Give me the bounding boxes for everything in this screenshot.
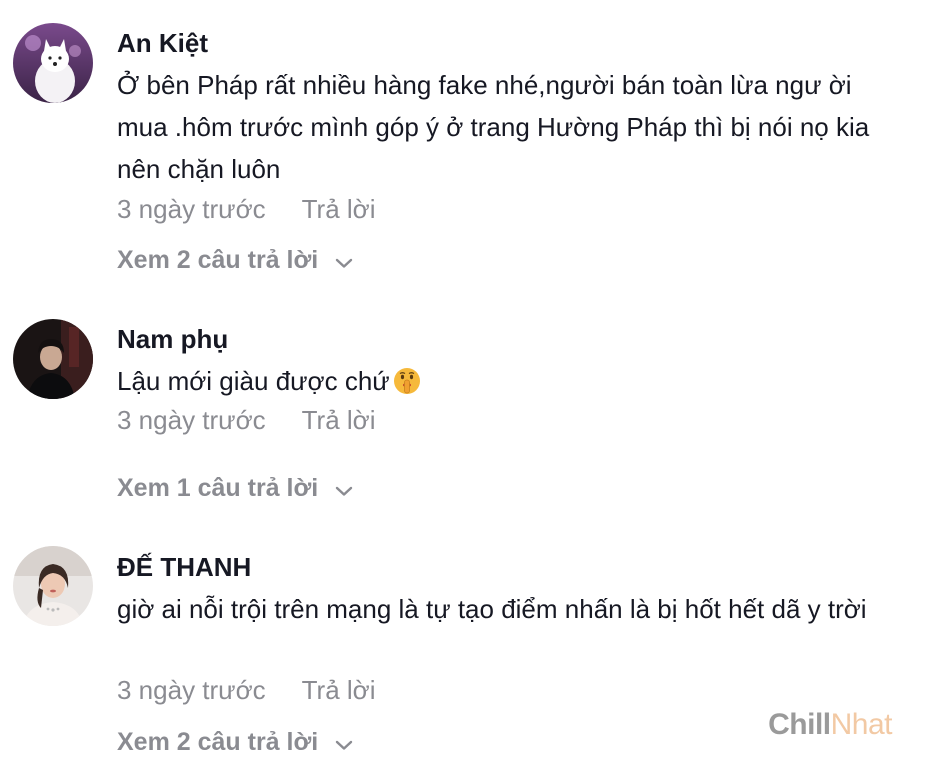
view-replies-label: Xem 2 câu trả lời [117, 246, 319, 274]
watermark-part-2: Nhat [830, 708, 893, 741]
comment-meta: 3 ngày trước Trả lời [117, 405, 376, 436]
watermark-part-1: Chill [768, 708, 831, 741]
view-replies-button[interactable]: Xem 1 câu trả lời [117, 474, 353, 504]
comment-time: 3 ngày trước [117, 405, 266, 435]
comment-time: 3 ngày trước [117, 194, 266, 224]
reply-button[interactable]: Trả lời [302, 194, 376, 224]
comment-time: 3 ngày trước [117, 675, 266, 705]
comment-meta: 3 ngày trước Trả lời [117, 194, 376, 225]
watermark-logo: ChillNhat [768, 708, 892, 742]
shushing-face-icon [392, 366, 422, 396]
view-replies-button[interactable]: Xem 2 câu trả lời [117, 728, 353, 758]
comment-text: Lậu mới giàu được chứ [117, 360, 897, 402]
avatar[interactable] [13, 546, 93, 626]
comment-text: giờ ai nỗi trội trên mạng là tự tạo điểm… [117, 594, 867, 624]
comment-username[interactable]: An Kiệt [117, 28, 208, 59]
comment-meta: 3 ngày trước Trả lời [117, 675, 376, 706]
comment-username[interactable]: Nam phụ [117, 324, 228, 355]
comment-text-content: Lậu mới giàu được chứ [117, 366, 390, 396]
avatar[interactable] [13, 23, 93, 103]
reply-button[interactable]: Trả lời [302, 405, 376, 435]
view-replies-label: Xem 2 câu trả lời [117, 728, 319, 756]
comment-text: Ở bên Pháp rất nhiều hàng fake nhé,người… [117, 70, 870, 184]
reply-button[interactable]: Trả lời [302, 675, 376, 705]
comment-username[interactable]: ĐẾ THANH [117, 552, 251, 583]
avatar[interactable] [13, 319, 93, 399]
chevron-down-icon [335, 247, 353, 276]
chevron-down-icon [335, 475, 353, 504]
view-replies-label: Xem 1 câu trả lời [117, 474, 319, 502]
view-replies-button[interactable]: Xem 2 câu trả lời [117, 246, 353, 276]
